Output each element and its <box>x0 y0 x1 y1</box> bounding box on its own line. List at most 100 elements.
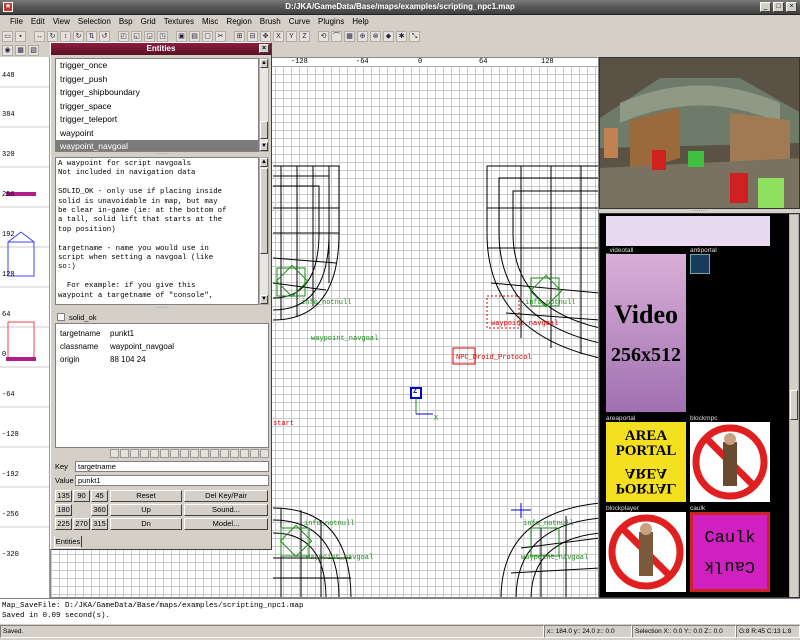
texture-view-icon[interactable]: ⊟ <box>247 30 258 42</box>
menu-edit[interactable]: Edit <box>27 15 49 29</box>
close-icon[interactable]: × <box>259 44 269 53</box>
axis-x-icon[interactable]: X <box>273 30 284 42</box>
select-complete-icon[interactable]: ◰ <box>118 30 129 42</box>
region-icon[interactable]: ▧ <box>28 44 39 56</box>
flip-z-icon[interactable]: ⇅ <box>86 30 97 42</box>
menu-region[interactable]: Region <box>222 15 255 29</box>
angle-315-button[interactable]: 315 <box>91 518 108 530</box>
patch-icon[interactable]: ▦ <box>344 30 355 42</box>
angle-270-button[interactable]: 270 <box>73 518 90 530</box>
tool-icon[interactable] <box>130 449 139 458</box>
z-view-ruler[interactable]: 448 384 320 256 192 128 64 0 -64 -128 -1… <box>0 57 50 598</box>
flip-x-icon[interactable]: ↔ <box>34 30 45 42</box>
plugin-icon[interactable]: ✱ <box>396 30 407 42</box>
angle-90-button[interactable]: 90 <box>73 490 90 502</box>
tool-icon[interactable] <box>250 449 259 458</box>
open-file-icon[interactable]: ▭ <box>2 30 13 42</box>
menu-textures[interactable]: Textures <box>160 15 198 29</box>
menu-file[interactable]: File <box>6 15 27 29</box>
texture-thumbnail-video[interactable]: Video 256x512 <box>606 254 686 412</box>
tool-icon[interactable] <box>150 449 159 458</box>
scale-icon[interactable]: ◆ <box>383 30 394 42</box>
scroll-up-icon[interactable]: ▲ <box>260 158 268 167</box>
list-item[interactable]: trigger_teleport <box>56 113 258 127</box>
texture-thumbnail-areaportal[interactable]: AREA PORTAL AREA PORTAL <box>606 422 686 502</box>
menu-plugins[interactable]: Plugins <box>314 15 348 29</box>
rotate-y-icon[interactable]: ↻ <box>73 30 84 42</box>
select-inside-icon[interactable]: ◱ <box>131 30 142 42</box>
tab-entities[interactable]: Entities <box>54 536 82 548</box>
scroll-up-icon[interactable]: ▲ <box>260 59 268 68</box>
tool-icon[interactable] <box>190 449 199 458</box>
key-field[interactable]: targetname <box>75 461 269 472</box>
tool-icon[interactable] <box>170 449 179 458</box>
save-file-icon[interactable]: ▪ <box>15 30 26 42</box>
filter-icon[interactable]: ◉ <box>2 44 13 56</box>
axis-z-icon[interactable]: Z <box>299 30 310 42</box>
menu-brush[interactable]: Brush <box>256 15 285 29</box>
menu-curve[interactable]: Curve <box>285 15 314 29</box>
csg-merge-icon[interactable]: ▤ <box>189 30 200 42</box>
pane-splitter[interactable]: ······· <box>55 151 269 157</box>
tool-icon[interactable] <box>120 449 129 458</box>
tool-icon[interactable] <box>110 449 119 458</box>
model-button[interactable]: Model... <box>184 518 268 530</box>
keyvalue-row[interactable]: origin 88 104 24 <box>60 353 264 366</box>
menu-selection[interactable]: Selection <box>74 15 115 29</box>
select-partial-icon[interactable]: ◲ <box>144 30 155 42</box>
maximize-button[interactable]: □ <box>773 2 784 12</box>
scroll-down-icon[interactable]: ▼ <box>260 142 268 151</box>
delete-keypair-button[interactable]: Del Key/Pair <box>184 490 268 502</box>
angle-135-button[interactable]: 135 <box>55 490 72 502</box>
down-button[interactable]: Dn <box>110 518 182 530</box>
grid-icon[interactable]: ▦ <box>15 44 26 56</box>
entity-class-list[interactable]: trigger_once trigger_push trigger_shipbo… <box>55 58 259 152</box>
tool-icon[interactable] <box>230 449 239 458</box>
close-button[interactable]: × <box>786 2 797 12</box>
angle-360-button[interactable]: 360 <box>91 504 108 516</box>
value-field[interactable]: punkt1 <box>75 475 269 486</box>
scroll-thumb[interactable] <box>260 121 268 139</box>
axis-y-icon[interactable]: Y <box>286 30 297 42</box>
scroll-thumb[interactable] <box>790 390 798 420</box>
menu-help[interactable]: Help <box>348 15 372 29</box>
menu-grid[interactable]: Grid <box>137 15 160 29</box>
keyvalue-row[interactable]: targetname punkt1 <box>60 327 264 340</box>
keyvalue-list[interactable]: targetname punkt1 classname waypoint_navgo… <box>55 323 269 448</box>
keyvalue-row[interactable]: classname waypoint_navgoal <box>60 340 264 353</box>
tool-icon[interactable] <box>210 449 219 458</box>
rotate-x-icon[interactable]: ↻ <box>47 30 58 42</box>
hollow-icon[interactable]: ▢ <box>202 30 213 42</box>
sound-button[interactable]: Sound... <box>184 504 268 516</box>
flip-y-icon[interactable]: ↕ <box>60 30 71 42</box>
list-item[interactable]: waypoint <box>56 127 258 141</box>
texture-thumbnail-blockplayer[interactable] <box>606 512 686 592</box>
up-button[interactable]: Up <box>110 504 182 516</box>
camera-view[interactable] <box>599 57 800 209</box>
pane-splitter[interactable]: ······· <box>55 305 269 311</box>
tool-icon[interactable] <box>260 449 269 458</box>
texture-scrollbar[interactable] <box>789 214 799 597</box>
angle-180-button[interactable]: 180 <box>55 504 72 516</box>
csg-subtract-icon[interactable]: ▣ <box>176 30 187 42</box>
texture-thumbnail[interactable] <box>690 254 710 274</box>
curve-icon[interactable]: ⌒ <box>331 30 342 42</box>
tool-icon[interactable] <box>240 449 249 458</box>
tool-icon[interactable] <box>220 449 229 458</box>
tool-icon[interactable] <box>200 449 209 458</box>
solid-ok-checkbox[interactable] <box>57 313 65 321</box>
select-touching-icon[interactable]: ◳ <box>157 30 168 42</box>
tool-icon[interactable] <box>180 449 189 458</box>
entity-select-icon[interactable]: ⟲ <box>318 30 329 42</box>
change-view-icon[interactable]: ⊞ <box>234 30 245 42</box>
menu-misc[interactable]: Misc <box>198 15 222 29</box>
camera-move-icon[interactable]: ✥ <box>260 30 271 42</box>
clipper-icon[interactable]: ✂ <box>215 30 226 42</box>
menu-bsp[interactable]: Bsp <box>115 15 137 29</box>
scroll-thumb[interactable] <box>260 168 268 254</box>
texture-thumbnail-blocknpc[interactable] <box>690 422 770 502</box>
entity-window-title[interactable]: Entities × <box>51 43 271 55</box>
texture-browser[interactable]: _videotall antiportal Video 256x512 area… <box>599 213 800 598</box>
list-item[interactable]: trigger_once <box>56 59 258 73</box>
reset-button[interactable]: Reset <box>110 490 182 502</box>
